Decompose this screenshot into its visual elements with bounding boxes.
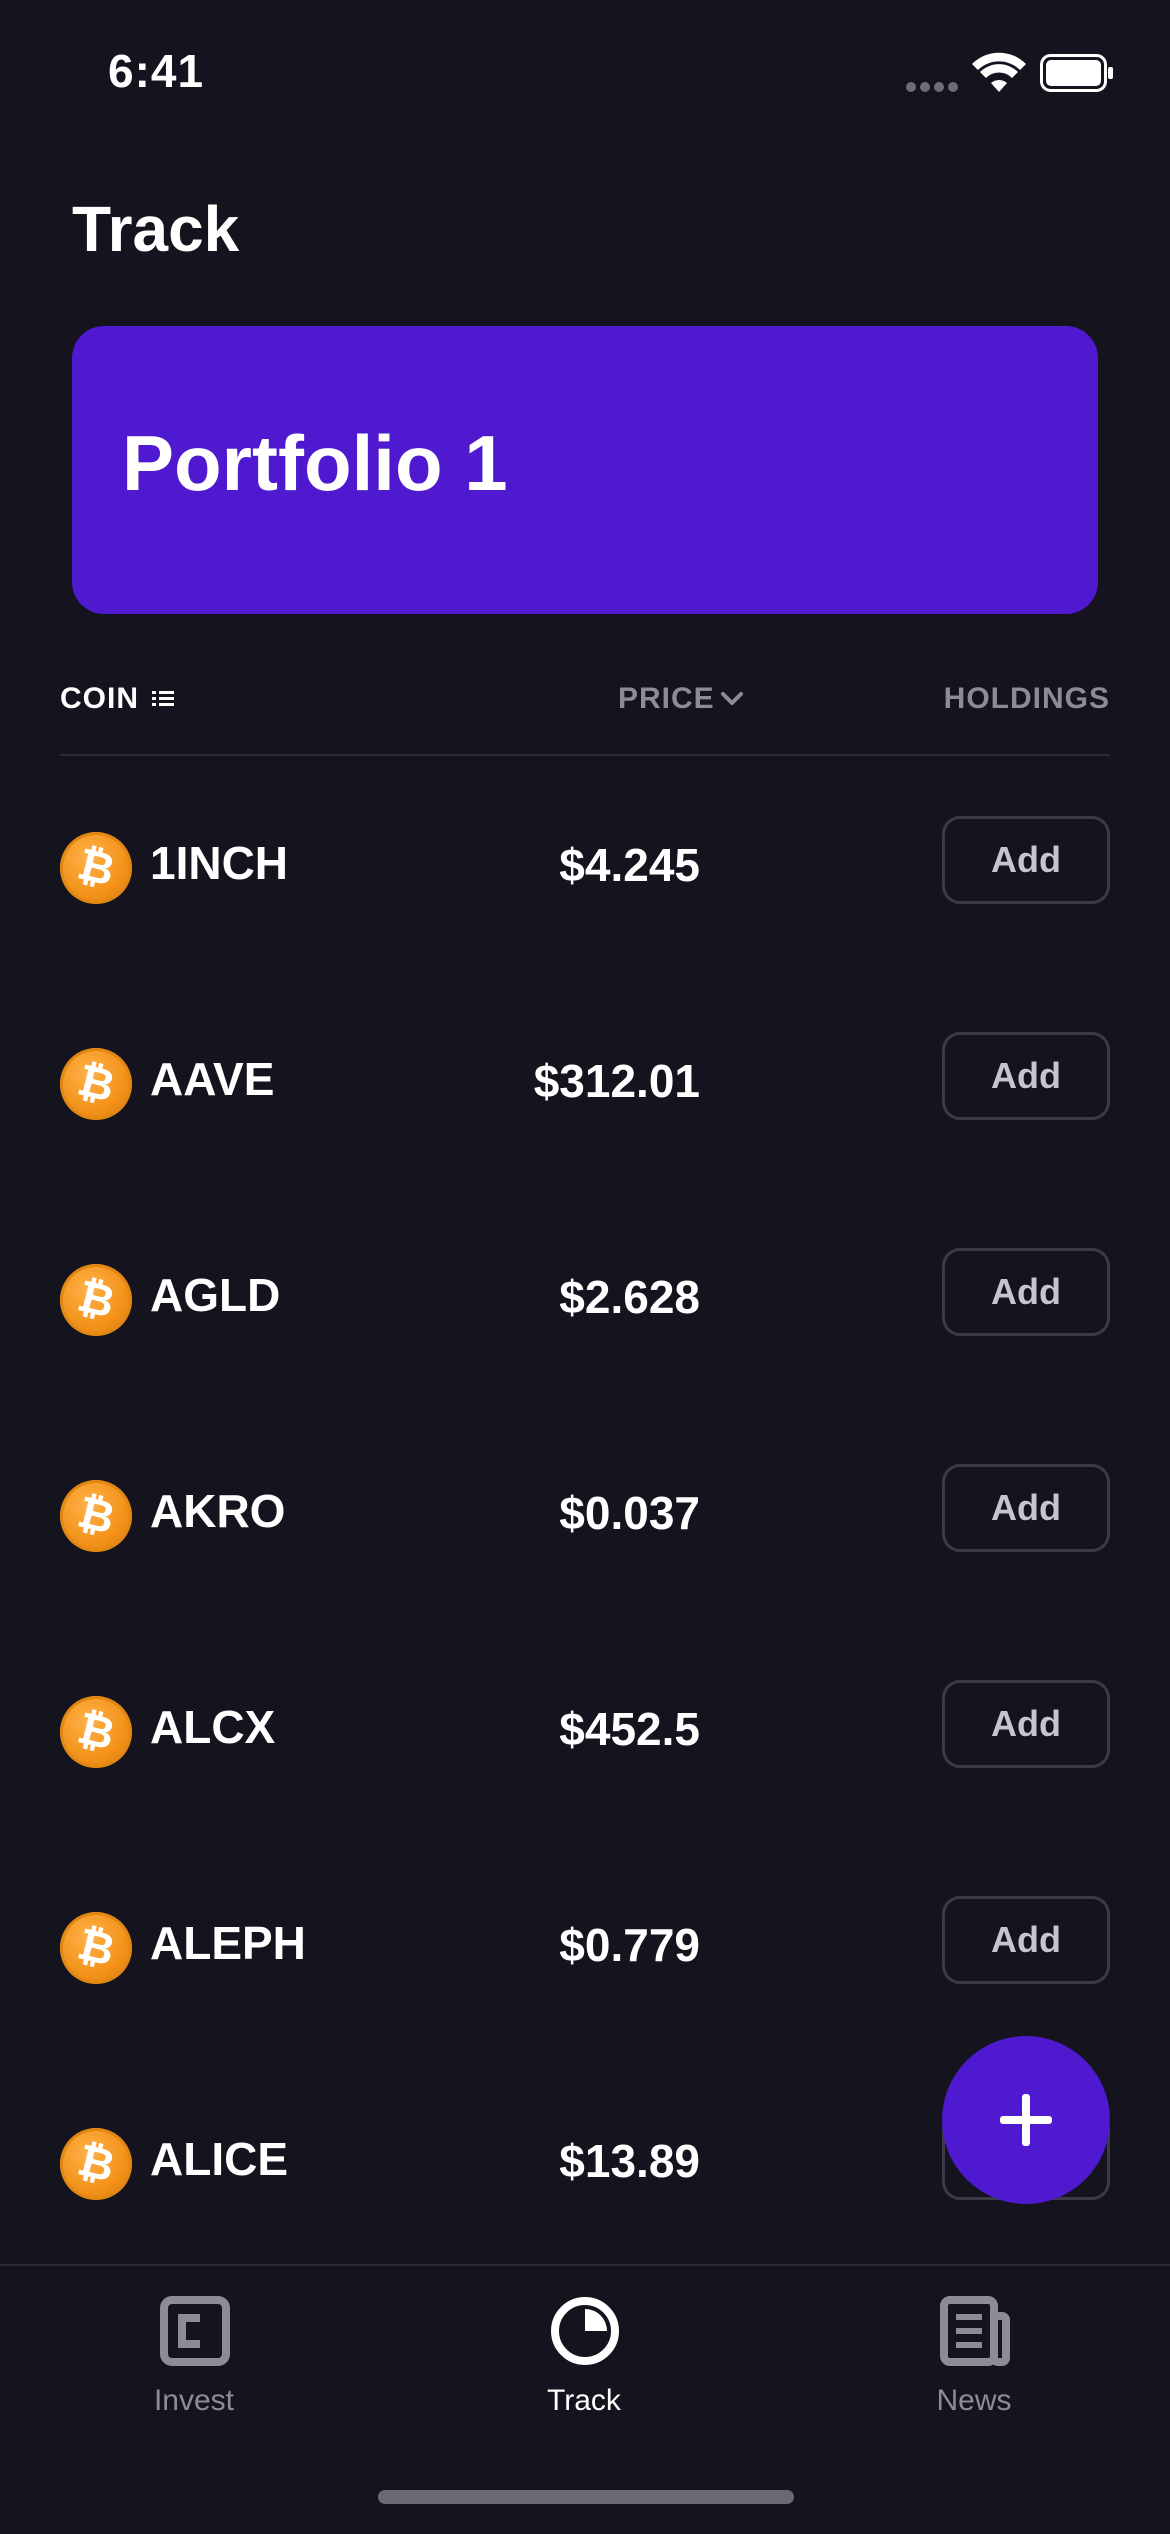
- coin-symbol: 1INCH: [150, 837, 289, 889]
- portfolio-name: Portfolio 1: [122, 419, 508, 507]
- coin-symbol: ALICE: [150, 2133, 288, 2185]
- add-holding-button[interactable]: Add: [942, 1032, 1110, 1120]
- coin-row[interactable]: ₿ AAVE $312.01 Add: [60, 976, 1110, 1192]
- pie-chart-icon: [551, 2297, 619, 2365]
- coin-list[interactable]: ₿ 1INCH $4.245 Add ₿ AAVE $312.01 Add ₿ …: [60, 760, 1110, 2264]
- column-price-header[interactable]: PRICE: [618, 682, 715, 716]
- coin-price: $2.628: [559, 1271, 700, 1323]
- add-coin-fab[interactable]: [942, 2036, 1110, 2204]
- cellular-signal-icon: [906, 82, 960, 92]
- bitcoin-icon: ₿: [60, 1048, 132, 1120]
- coin-price: $0.037: [559, 1487, 700, 1539]
- coin-symbol: ALCX: [150, 1701, 276, 1753]
- coin-price: $0.779: [559, 1919, 700, 1971]
- bitcoin-icon: ₿: [60, 1480, 132, 1552]
- home-indicator: [378, 2490, 794, 2504]
- column-holdings-header[interactable]: HOLDINGS: [944, 682, 1110, 716]
- tab-news[interactable]: News: [874, 2296, 1074, 2436]
- coin-row[interactable]: ₿ AKRO $0.037 Add: [60, 1408, 1110, 1624]
- coin-row[interactable]: ₿ ALCX $452.5 Add: [60, 1624, 1110, 1840]
- coin-symbol: AAVE: [150, 1053, 275, 1105]
- tab-label: Invest: [153, 2384, 235, 2417]
- add-holding-button[interactable]: Add: [942, 1248, 1110, 1336]
- portfolio-card[interactable]: Portfolio 1: [72, 326, 1098, 614]
- add-holding-button[interactable]: Add: [942, 1464, 1110, 1552]
- battery-icon: [1040, 54, 1113, 92]
- bitcoin-icon: ₿: [60, 1264, 132, 1336]
- bitcoin-icon: ₿: [60, 2128, 132, 2200]
- coin-price: $13.89: [559, 2135, 700, 2187]
- coin-price: $312.01: [533, 1055, 700, 1107]
- add-holding-button[interactable]: Add: [942, 1680, 1110, 1768]
- coin-symbol: ALEPH: [150, 1917, 306, 1969]
- coin-row[interactable]: ₿ ALEPH $0.779 Add: [60, 1840, 1110, 2056]
- tab-track[interactable]: Track: [484, 2296, 684, 2436]
- bitcoin-icon: ₿: [60, 832, 132, 904]
- bitcoin-icon: ₿: [60, 1696, 132, 1768]
- chevron-down-icon[interactable]: [720, 690, 744, 708]
- coin-price: $4.245: [559, 839, 700, 891]
- bitcoin-icon: ₿: [60, 1912, 132, 1984]
- plus-icon: [1000, 2094, 1052, 2146]
- column-coin-header[interactable]: COIN: [60, 682, 139, 716]
- newspaper-icon: [940, 2296, 1010, 2366]
- wifi-icon: [972, 52, 1026, 92]
- page-title: Track: [72, 193, 240, 265]
- tab-label: News: [936, 2384, 1012, 2417]
- list-icon[interactable]: [152, 688, 176, 710]
- tab-label: Track: [547, 2384, 621, 2417]
- add-holding-button[interactable]: Add: [942, 1896, 1110, 1984]
- tab-invest[interactable]: Invest: [94, 2296, 294, 2436]
- coin-price: $452.5: [559, 1703, 700, 1755]
- add-holding-button[interactable]: Add: [942, 816, 1110, 904]
- wallet-icon: [160, 2296, 230, 2366]
- coin-symbol: AKRO: [150, 1485, 286, 1537]
- coin-row[interactable]: ₿ AGLD $2.628 Add: [60, 1192, 1110, 1408]
- coin-symbol: AGLD: [150, 1269, 281, 1321]
- status-time: 6:41: [108, 45, 205, 97]
- table-header: COIN PRICE HOLDINGS: [60, 678, 1110, 756]
- status-bar: 6:41: [0, 0, 1170, 140]
- coin-row[interactable]: ₿ 1INCH $4.245 Add: [60, 760, 1110, 976]
